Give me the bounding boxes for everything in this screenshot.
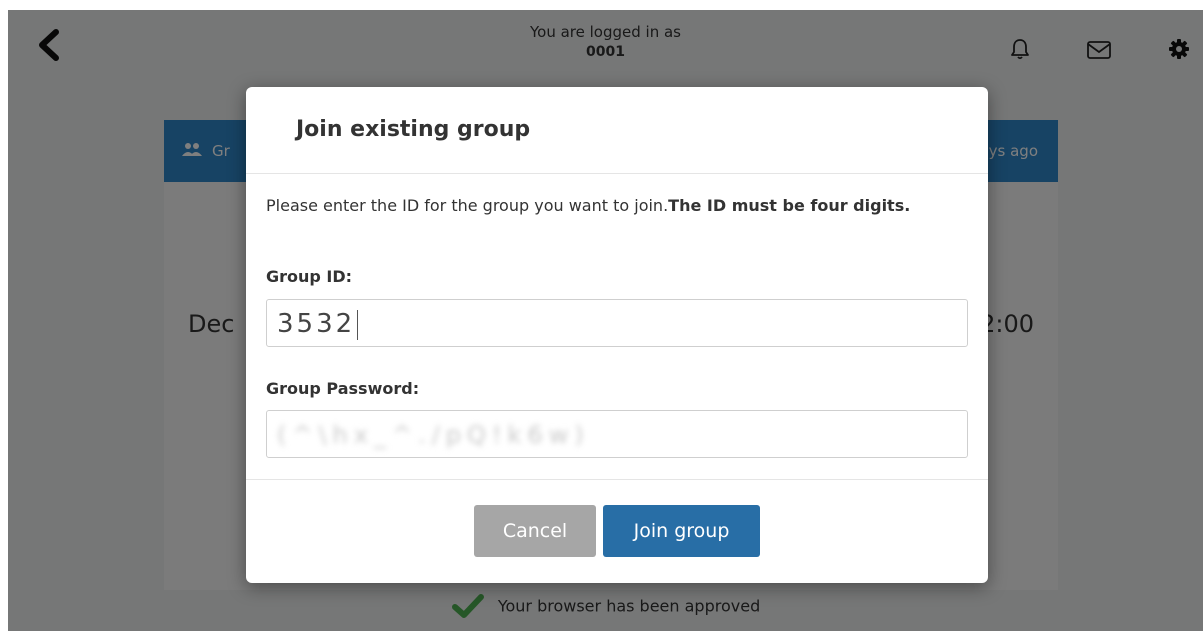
- group-password-value: (^\hx_^./pQ!k6w): [277, 421, 590, 449]
- group-id-value: 3532: [277, 309, 356, 339]
- group-password-input[interactable]: (^\hx_^./pQ!k6w): [266, 410, 968, 458]
- join-group-button[interactable]: Join group: [603, 505, 760, 557]
- dialog-title: Join existing group: [296, 117, 531, 142]
- text-caret: [357, 309, 359, 340]
- group-password-label: Group Password:: [266, 379, 420, 398]
- cancel-button[interactable]: Cancel: [474, 505, 596, 557]
- instructions-emphasis: The ID must be four digits.: [668, 196, 911, 215]
- dialog-footer-divider: [246, 479, 988, 480]
- instructions-text: Please enter the ID for the group you wa…: [266, 196, 669, 215]
- dialog-header-divider: [246, 173, 988, 174]
- dialog-instructions: Please enter the ID for the group you wa…: [266, 194, 956, 218]
- join-group-dialog: Join existing group Please enter the ID …: [246, 87, 988, 583]
- group-id-input[interactable]: 3532: [266, 299, 968, 347]
- group-id-label: Group ID:: [266, 267, 353, 286]
- app-screen: You are logged in as 0001: [8, 10, 1203, 631]
